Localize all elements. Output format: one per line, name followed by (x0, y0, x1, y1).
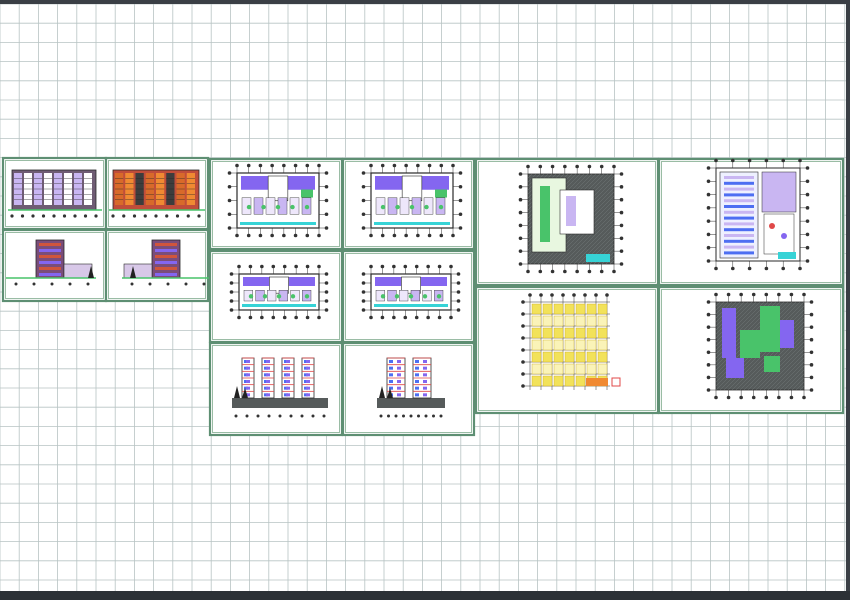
sheet-section-2 (341, 341, 476, 437)
sheet-floor-plan-4 (341, 249, 476, 344)
sheet-side-elevation-2 (104, 228, 212, 303)
sheet-side-elevation-1 (1, 228, 108, 303)
sheet-floor-plan-1 (208, 157, 344, 251)
window-right-edge (846, 0, 850, 600)
window-bottom-edge (0, 591, 850, 600)
drawing-sheets (1, 156, 845, 437)
sheet-elevation-1 (1, 156, 108, 231)
sheet-elevation-2 (104, 156, 210, 231)
sheet-floor-plan-2 (341, 157, 476, 251)
sheet-structural-grid (474, 285, 660, 415)
sheet-floor-plan-3 (208, 249, 344, 344)
sheet-site-plan-2 (657, 157, 845, 287)
cad-drawing-canvas[interactable] (0, 4, 846, 591)
sheet-site-plan-1 (474, 157, 660, 287)
sheet-site-plan-3 (657, 285, 845, 415)
sheet-section-1 (208, 341, 344, 437)
